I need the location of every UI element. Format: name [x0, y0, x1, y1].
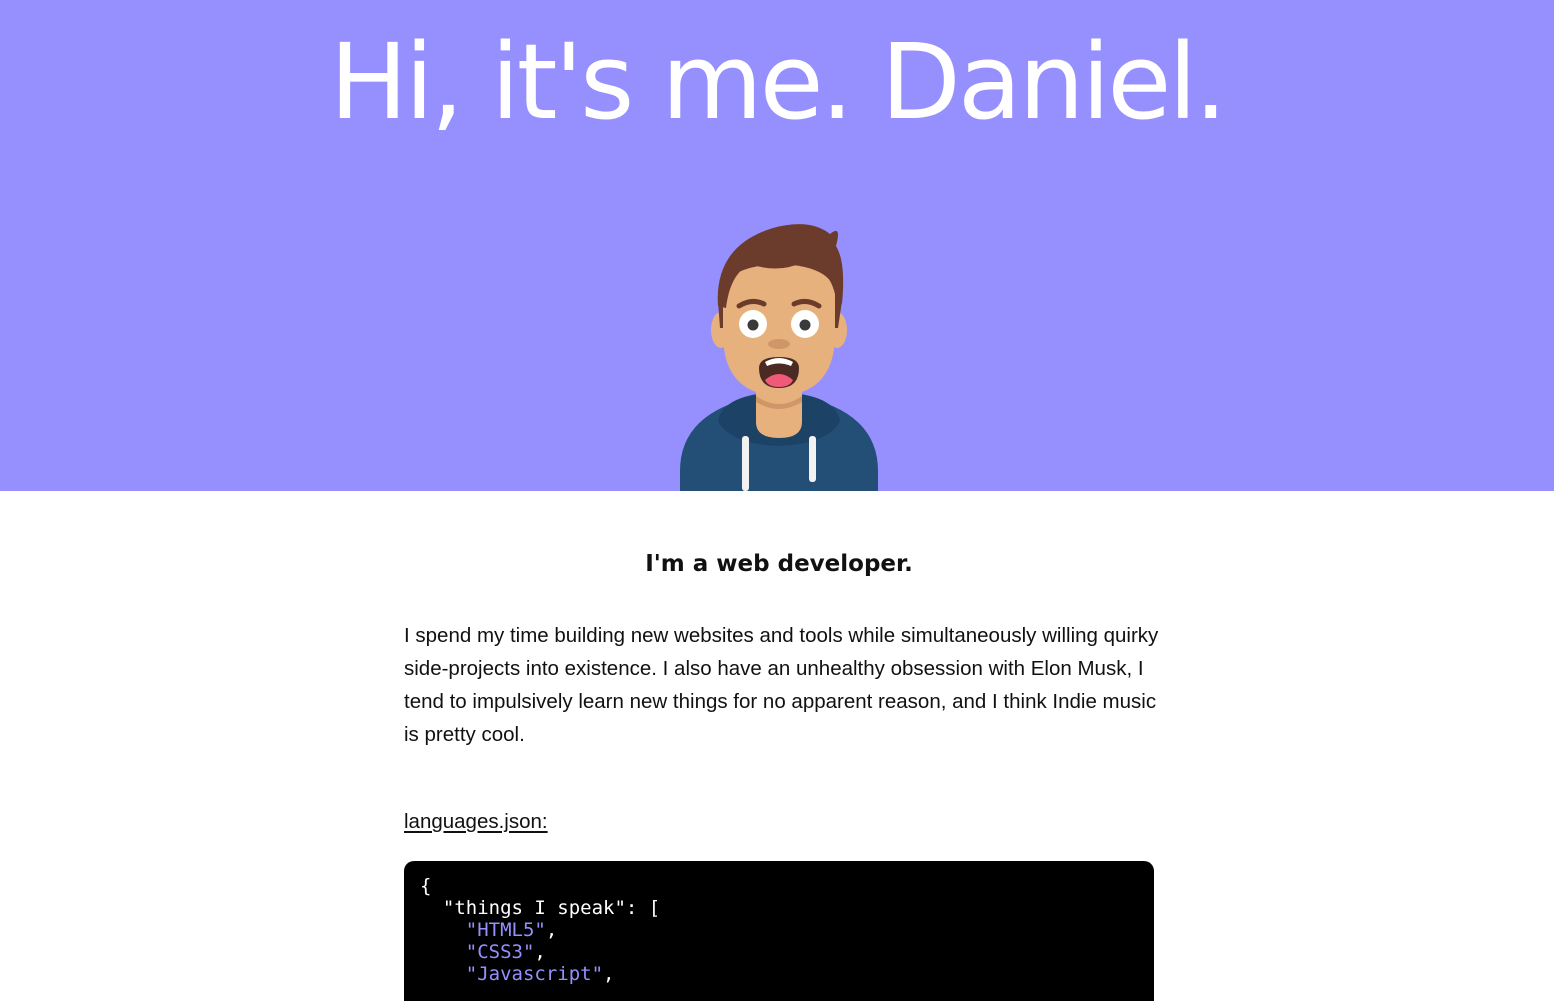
- code-content: { "things I speak": [ "HTML5", "CSS3", "…: [404, 861, 1154, 999]
- hero-title: Hi, it's me. Daniel.: [329, 21, 1228, 143]
- code-string-html5: "HTML5": [465, 919, 546, 941]
- hero-banner: Hi, it's me. Daniel.: [0, 0, 1554, 491]
- code-block: { "things I speak": [ "HTML5", "CSS3", "…: [404, 861, 1154, 1001]
- code-comma: ,: [534, 941, 546, 963]
- code-string-javascript: "Javascript": [465, 963, 604, 985]
- bio-paragraph: I spend my time building new websites an…: [404, 624, 1159, 746]
- code-key: "things I speak": [442, 897, 626, 919]
- cartoon-avatar-icon: [680, 224, 878, 491]
- code-key-suffix: : [: [625, 897, 661, 919]
- code-comma: ,: [603, 963, 615, 985]
- code-string-css3: "CSS3": [465, 941, 535, 963]
- code-open-brace: {: [420, 875, 432, 897]
- tagline-heading: I'm a web developer.: [645, 551, 913, 577]
- code-comma: ,: [545, 919, 558, 941]
- languages-json-link[interactable]: languages.json:: [404, 807, 548, 837]
